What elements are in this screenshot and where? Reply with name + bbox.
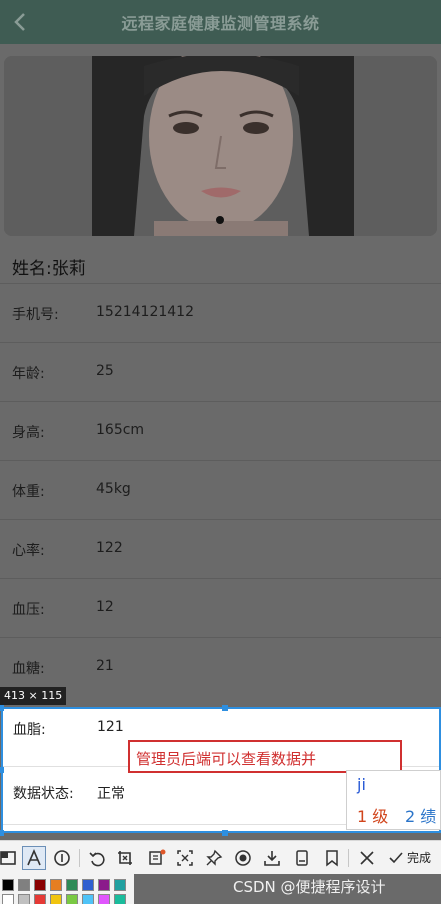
field-value: 正常	[97, 786, 125, 802]
close-button[interactable]	[355, 846, 379, 870]
nav-bar: 远程家庭健康监测管理系统	[0, 0, 441, 44]
translate-icon	[177, 850, 193, 866]
watermark: CSDN @便捷程序设计	[233, 878, 386, 896]
resize-handle[interactable]	[0, 705, 4, 711]
color-swatch[interactable]	[2, 879, 14, 891]
color-swatch[interactable]	[114, 894, 126, 904]
close-icon	[360, 851, 374, 865]
field-value: 25	[96, 363, 114, 379]
text-icon	[27, 849, 41, 866]
name-label: 姓名:	[12, 259, 52, 279]
number-icon	[54, 850, 70, 866]
field-row-phone: 手机号: 15214121412	[0, 284, 441, 343]
checkmark-icon	[389, 851, 403, 863]
bookmark-icon	[326, 850, 338, 867]
field-value: 122	[96, 540, 123, 556]
color-swatch[interactable]	[34, 894, 46, 904]
field-row-weight: 体重: 45kg	[0, 461, 441, 520]
field-value: 45kg	[96, 481, 131, 497]
color-swatch[interactable]	[82, 879, 94, 891]
color-swatch[interactable]	[98, 879, 110, 891]
field-label: 血压:	[12, 602, 45, 618]
number-tool[interactable]	[50, 846, 74, 870]
field-label: 年龄:	[12, 366, 45, 382]
rectangle-icon	[0, 851, 16, 865]
field-label: 身高:	[12, 425, 45, 441]
color-swatch[interactable]	[50, 894, 62, 904]
ime-composition: ji	[357, 775, 366, 794]
field-value: 121	[97, 719, 124, 735]
crop-icon	[118, 851, 132, 865]
field-label: 血糖:	[12, 661, 45, 677]
toolbar-divider	[348, 849, 349, 867]
done-label: 完成	[407, 851, 432, 865]
bookmark-button[interactable]	[320, 846, 344, 870]
color-swatch[interactable]	[34, 879, 46, 891]
undo-button[interactable]	[85, 846, 109, 870]
rectangle-tool[interactable]	[0, 846, 20, 870]
ime-candidate-1[interactable]: 1 级	[357, 803, 388, 827]
color-swatch[interactable]	[50, 879, 62, 891]
field-value: 21	[96, 658, 114, 674]
color-swatch[interactable]	[98, 894, 110, 904]
capture-toolbar: 完成	[0, 840, 441, 874]
resize-handle[interactable]	[222, 830, 228, 836]
undo-icon	[89, 852, 105, 867]
field-label: 数据状态:	[13, 786, 74, 802]
download-icon	[264, 851, 280, 866]
color-swatch[interactable]	[2, 894, 14, 904]
field-row-height: 身高: 165cm	[0, 402, 441, 461]
color-palette	[0, 874, 134, 904]
record-icon	[235, 850, 251, 866]
name-value: 张莉	[51, 259, 86, 279]
field-row-blood-pressure: 血压: 12	[0, 579, 441, 638]
carousel-indicator-dot[interactable]	[216, 216, 224, 224]
field-label: 手机号:	[12, 307, 59, 323]
toolbar-divider	[79, 849, 80, 867]
field-label: 血脂:	[13, 722, 46, 738]
text-tool[interactable]	[22, 846, 46, 870]
page-title: 远程家庭健康监测管理系统	[121, 14, 320, 33]
name-text: 姓名:张莉	[12, 254, 86, 279]
field-row-heart-rate: 心率: 122	[0, 520, 441, 579]
color-swatch[interactable]	[66, 879, 78, 891]
crop-button[interactable]	[113, 846, 137, 870]
color-swatch[interactable]	[66, 894, 78, 904]
long-capture-button[interactable]	[290, 846, 314, 870]
color-swatch[interactable]	[18, 879, 30, 891]
field-label: 心率:	[12, 543, 45, 559]
pin-button[interactable]	[202, 846, 226, 870]
resize-handle[interactable]	[222, 705, 228, 711]
color-swatch[interactable]	[18, 894, 30, 904]
download-button[interactable]	[260, 846, 284, 870]
ocr-icon	[149, 849, 166, 865]
done-button[interactable]: 完成	[388, 849, 431, 866]
selection-size-badge: 413 × 115	[0, 687, 67, 705]
field-value: 15214121412	[96, 304, 194, 320]
ime-candidate-2[interactable]: 2 绩	[405, 803, 436, 827]
resize-handle[interactable]	[0, 767, 4, 773]
pin-icon	[206, 849, 223, 866]
profile-photo	[4, 56, 437, 236]
color-swatch[interactable]	[82, 894, 94, 904]
annotation-text: 管理员后端可以查看数据并	[136, 750, 317, 768]
annotation-text-box[interactable]: 管理员后端可以查看数据并	[128, 740, 402, 773]
field-value: 165cm	[96, 422, 145, 438]
resize-handle[interactable]	[0, 830, 4, 836]
ocr-button[interactable]	[145, 846, 169, 870]
name-row: 姓名:张莉	[0, 244, 441, 284]
record-button[interactable]	[231, 846, 255, 870]
ime-candidate-window[interactable]: ji 1 级 2 绩	[346, 770, 441, 830]
field-value: 12	[96, 599, 114, 615]
long-capture-icon	[296, 850, 308, 866]
profile-photo-carousel[interactable]	[4, 56, 437, 236]
field-row-age: 年龄: 25	[0, 343, 441, 402]
translate-button[interactable]	[173, 846, 197, 870]
color-swatch[interactable]	[114, 879, 126, 891]
field-label: 体重:	[12, 484, 45, 500]
